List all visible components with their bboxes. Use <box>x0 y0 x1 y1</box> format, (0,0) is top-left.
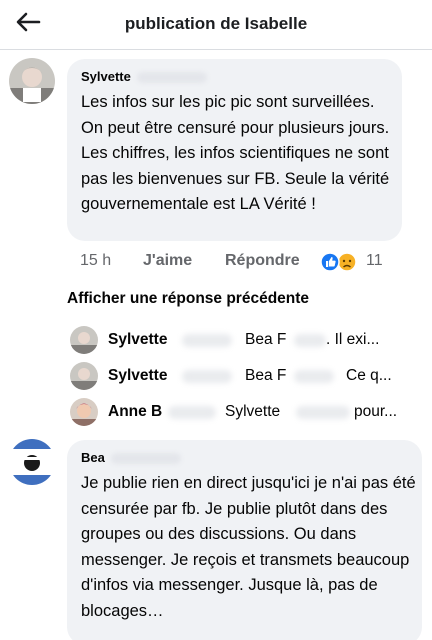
redaction-blur <box>110 453 181 465</box>
redaction-blur <box>136 72 207 84</box>
reply-snippet: . Il exi... <box>326 331 380 348</box>
top-bar: publication de Isabelle <box>0 0 432 50</box>
comment-author[interactable]: Sylvette <box>81 69 207 84</box>
reply-button[interactable]: Répondre <box>225 252 300 270</box>
reactions-icon[interactable] <box>318 250 358 274</box>
reply-author: Anne B <box>108 403 163 420</box>
reply-preview[interactable]: Sylvette Bea F Ce q... <box>70 362 410 392</box>
comment-bubble: Bea Je publie rien en direct jusqu'ici j… <box>67 440 422 640</box>
like-button[interactable]: J'aime <box>143 252 192 270</box>
avatar[interactable] <box>9 439 55 485</box>
reply-preview[interactable]: Sylvette Bea F . Il exi... <box>70 326 410 356</box>
comment-author[interactable]: Bea <box>81 450 181 465</box>
comment-timestamp: 15 h <box>80 252 112 269</box>
comment-bubble: Sylvette Les infos sur les pic pic sont … <box>67 59 402 241</box>
reaction-count[interactable]: 11 <box>366 252 383 270</box>
previous-replies-link[interactable]: Afficher une réponse précédente <box>67 290 309 308</box>
redaction-blur <box>182 334 232 347</box>
reply-author: Sylvette <box>108 367 168 384</box>
avatar <box>70 326 98 354</box>
redaction-blur <box>296 406 350 419</box>
reply-snippet: Ce q... <box>346 367 392 384</box>
redaction-blur <box>294 370 334 383</box>
avatar <box>70 362 98 390</box>
page-title: publication de Isabelle <box>124 14 308 33</box>
reply-mention: Bea F <box>245 331 287 348</box>
redaction-blur <box>168 406 216 419</box>
comment-text: Les infos sur les pic pic sont surveillé… <box>81 93 390 213</box>
comment-actions: 15 h J'aime Répondre 11 <box>80 250 400 274</box>
redaction-blur <box>294 334 326 347</box>
reply-author: Sylvette <box>108 331 168 348</box>
avatar[interactable] <box>9 58 55 104</box>
avatar <box>70 398 98 426</box>
reply-preview[interactable]: Anne B Sylvette pour... <box>70 398 410 428</box>
reply-snippet: pour... <box>354 403 398 420</box>
comment-text: Je publie rien en direct jusqu'ici je n'… <box>81 474 416 620</box>
reply-mention: Bea F <box>245 367 287 384</box>
reply-mention: Sylvette <box>225 403 281 420</box>
redaction-blur <box>182 370 232 383</box>
